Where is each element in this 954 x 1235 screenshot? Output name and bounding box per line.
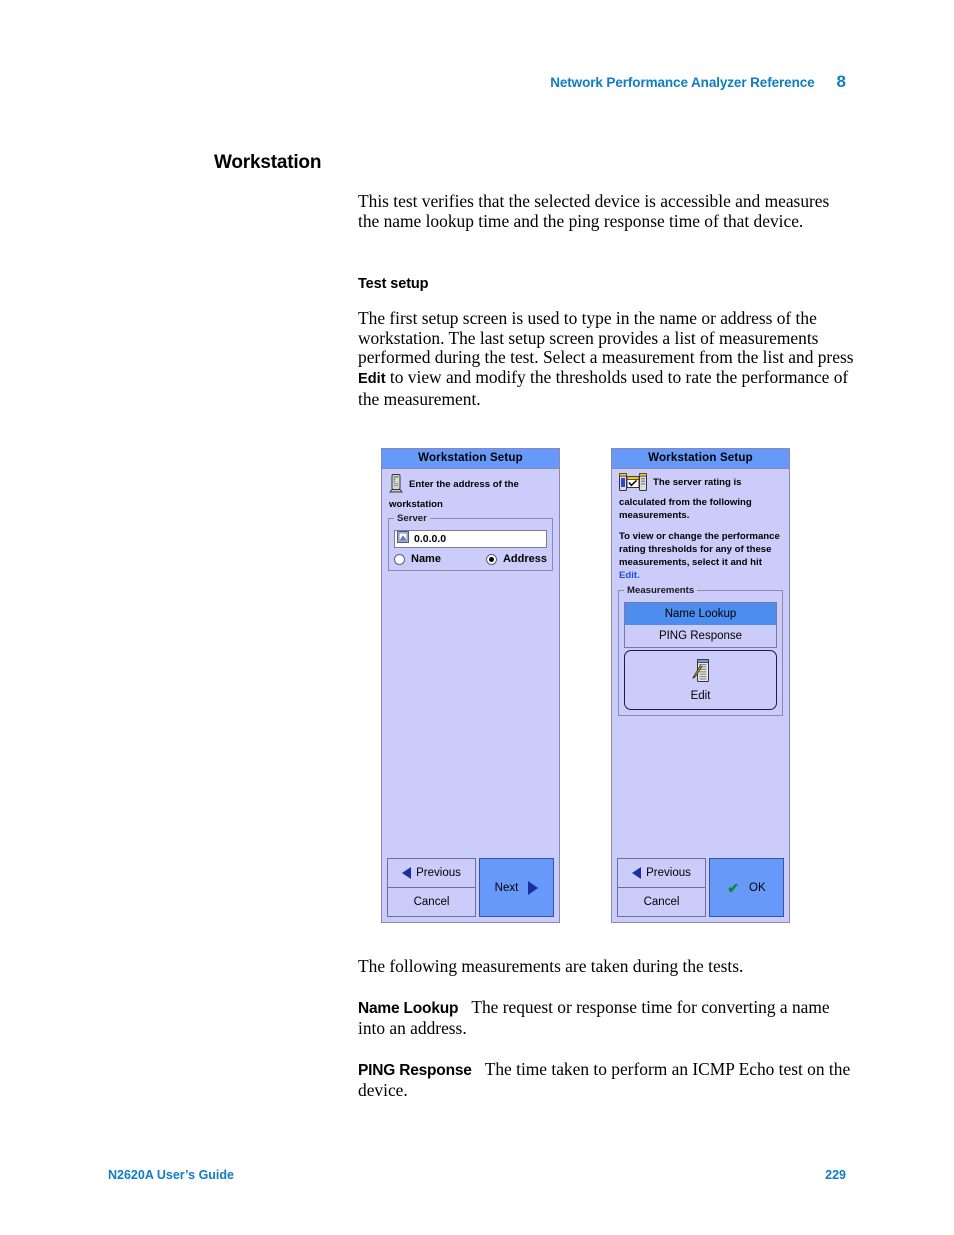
ping-response-term: PING Response [358, 1062, 472, 1079]
measurement-label: Name Lookup [664, 607, 737, 620]
left-screen-prompt-text: Enter the address of the workstation [389, 479, 519, 510]
name-lookup-term: Name Lookup [358, 1000, 459, 1017]
setup-paragraph-part2: to view and modify the thresholds used t… [358, 367, 849, 409]
page-footer: N2620A User’s Guide 229 [108, 1168, 846, 1182]
page-header: Network Performance Analyzer Reference 8 [0, 72, 954, 92]
radio-option-name[interactable]: Name [394, 553, 486, 565]
radio-option-address[interactable]: Address [485, 553, 547, 566]
previous-button-label: Previous [416, 867, 461, 879]
list-item[interactable]: PING Response [625, 624, 776, 647]
edit-link[interactable]: Edit. [619, 570, 640, 581]
server-group-legend: Server [394, 513, 430, 525]
previous-button-label: Previous [646, 867, 691, 879]
page-title: Workstation [214, 152, 322, 173]
test-setup-heading: Test setup [358, 276, 854, 292]
footer-guide-title: N2620A User’s Guide [108, 1168, 234, 1182]
measurement-label: PING Response [658, 629, 743, 642]
check-icon: ✔ [727, 879, 740, 896]
header-title: Network Performance Analyzer Reference [550, 75, 815, 90]
left-secondary-buttons: Previous Cancel [387, 858, 476, 917]
left-screen-prompt: Enter the address of the workstation [382, 469, 559, 511]
cancel-button-label: Cancel [643, 896, 680, 908]
next-button[interactable]: Next [479, 858, 554, 917]
intro-paragraph: This test verifies that the selected dev… [358, 191, 854, 231]
right-secondary-buttons: Previous Cancel [617, 858, 706, 917]
arrow-left-icon [402, 867, 412, 879]
measurements-list[interactable]: Name Lookup PING Response [624, 601, 777, 648]
server-group: Server 0.0.0.0 Name Address [388, 513, 553, 572]
server-rating-icon [619, 473, 647, 497]
edit-keyword: Edit [358, 371, 386, 388]
radio-address-label: Address [502, 553, 547, 566]
left-screen-button-bar: Previous Cancel Next [387, 858, 554, 917]
ok-button[interactable]: ✔ OK [709, 858, 784, 917]
server-address-input[interactable]: 0.0.0.0 [394, 530, 547, 549]
intro-paragraph-text: This test verifies that the selected dev… [358, 191, 830, 231]
device-screen-first-setup: Workstation Setup Enter the address of t… [381, 448, 560, 923]
cancel-button[interactable]: Cancel [617, 887, 706, 917]
device-screenshots-figure: Workstation Setup Enter the address of t… [381, 448, 790, 923]
right-screen-titlebar: Workstation Setup [612, 449, 789, 469]
left-screen-titlebar: Workstation Setup [382, 449, 559, 469]
previous-button[interactable]: Previous [387, 858, 476, 887]
device-screen-last-setup: Workstation Setup The server rating is c… [611, 448, 790, 923]
right-screen-prompt-1: The server rating is calculated from the… [612, 469, 789, 522]
server-address-value: 0.0.0.0 [414, 533, 447, 546]
measurements-group: Measurements Name Lookup PING Response E… [618, 584, 783, 716]
right-screen-prompt-2-text: To view or change the performance rating… [619, 531, 780, 568]
right-screen-button-bar: Previous Cancel ✔ OK [617, 858, 784, 917]
arrow-left-icon [632, 867, 642, 879]
test-setup-paragraph: The first setup screen is used to type i… [358, 308, 854, 410]
radio-address-icon [485, 553, 497, 565]
ping-response-definition: PING Response The time taken to perform … [358, 1059, 854, 1100]
edit-button[interactable]: Edit [624, 649, 777, 710]
footer-page-number: 229 [825, 1168, 846, 1182]
radio-name-label: Name [411, 553, 441, 566]
following-measurements-paragraph: The following measurements are taken dur… [358, 956, 854, 977]
workstation-device-icon [389, 474, 403, 499]
radio-name-icon [394, 553, 405, 565]
arrow-right-icon [528, 880, 539, 895]
name-lookup-definition: Name Lookup The request or response time… [358, 997, 854, 1038]
cancel-button[interactable]: Cancel [387, 887, 476, 917]
edit-thresholds-icon [691, 658, 711, 689]
header-chapter-number: 8 [836, 72, 846, 91]
measurements-group-legend: Measurements [624, 584, 698, 596]
next-button-label: Next [494, 881, 519, 894]
server-type-radio-group: Name Address [394, 553, 547, 565]
ok-button-label: OK [749, 881, 766, 894]
following-measurements-text: The following measurements are taken dur… [358, 956, 744, 976]
list-item[interactable]: Name Lookup [625, 602, 776, 625]
edit-button-label: Edit [690, 689, 711, 702]
address-entry-icon [397, 530, 409, 548]
setup-paragraph-part1: The first setup screen is used to type i… [358, 308, 854, 368]
test-setup-heading-text: Test setup [358, 276, 429, 292]
previous-button[interactable]: Previous [617, 858, 706, 887]
right-screen-prompt-2: To view or change the performance rating… [612, 522, 789, 582]
cancel-button-label: Cancel [413, 896, 450, 908]
